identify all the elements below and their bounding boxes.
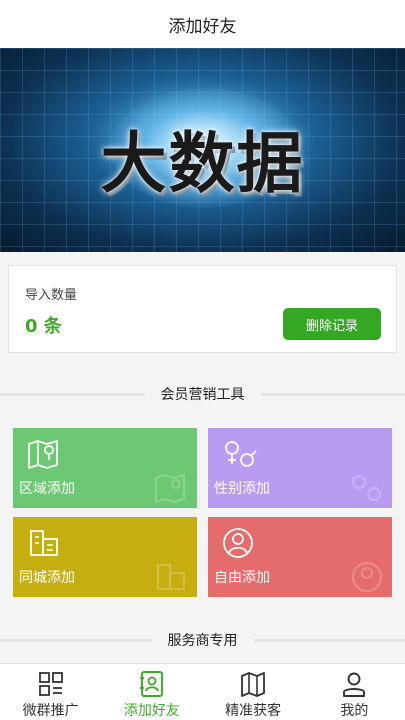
import-count-label: 导入数量	[25, 288, 78, 303]
map-watermark-icon	[155, 473, 185, 504]
divider-line	[253, 638, 405, 642]
nav-item-group-promotion[interactable]: 微群推广	[0, 664, 101, 720]
page-title: 添加好友	[168, 16, 237, 37]
nav-item-precise-acquisition[interactable]: 精准获客	[203, 664, 304, 720]
bottom-navigation: 微群推广 添加好友 精准获客 我的	[0, 663, 405, 720]
nav-label: 添加好友	[123, 703, 180, 719]
user-circle-watermark-icon	[352, 562, 382, 592]
section-title-provider: 服务商专用	[167, 633, 238, 649]
section-header-provider: 服务商专用	[0, 630, 405, 650]
tile-label: 同城添加	[19, 570, 75, 586]
tile-gender-add[interactable]: 性别添加	[208, 428, 392, 508]
building-icon	[30, 530, 58, 556]
delete-records-button[interactable]: 删除记录	[283, 308, 381, 340]
top-bar: 添加好友	[0, 0, 405, 48]
nav-label: 精准获客	[225, 703, 282, 719]
user-circle-icon	[223, 528, 253, 558]
grid-icon	[38, 672, 63, 696]
section-header-member-tools: 会员营销工具	[0, 384, 405, 404]
divider-line	[0, 392, 145, 396]
user-icon	[343, 672, 366, 697]
nav-item-mine[interactable]: 我的	[304, 664, 405, 720]
section-title-member-tools: 会员营销工具	[160, 387, 245, 403]
gender-watermark-icon	[352, 475, 381, 501]
gender-icon	[225, 441, 257, 467]
tile-label: 性别添加	[214, 481, 270, 497]
divider-line	[0, 638, 152, 642]
tile-free-add[interactable]: 自由添加	[208, 517, 392, 597]
tile-label: 自由添加	[214, 570, 270, 586]
import-count-value: 0 条	[25, 316, 62, 337]
tile-label: 区域添加	[19, 481, 75, 497]
map-icon	[28, 440, 58, 469]
banner-title: 大数据	[100, 125, 305, 202]
nav-label: 微群推广	[22, 703, 79, 719]
divider-line	[260, 392, 405, 396]
tile-same-city-add[interactable]: 同城添加	[13, 517, 197, 597]
map-icon	[241, 672, 266, 697]
building-watermark-icon	[157, 564, 185, 590]
nav-item-add-friend[interactable]: 添加好友	[101, 664, 202, 720]
nav-label: 我的	[340, 703, 369, 719]
banner-carousel[interactable]: 大数据	[0, 48, 405, 252]
contact-card-icon	[139, 671, 163, 697]
tile-region-add[interactable]: 区域添加	[13, 428, 197, 508]
import-count-card: 导入数量 0 条 删除记录	[8, 265, 397, 353]
